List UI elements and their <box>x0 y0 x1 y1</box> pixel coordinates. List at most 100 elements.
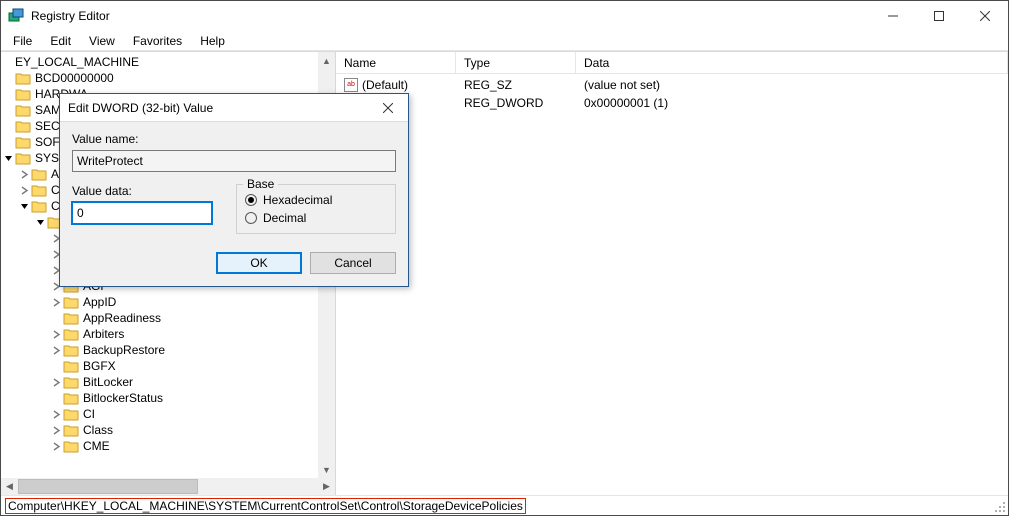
radio-decimal[interactable]: Decimal <box>245 211 387 225</box>
folder-icon <box>63 439 79 453</box>
scroll-right-icon[interactable]: ▶ <box>318 478 335 495</box>
tree-item[interactable]: AppReadiness <box>1 310 318 326</box>
chevron-right-icon[interactable] <box>17 170 31 179</box>
value-data: 0x00000001 (1) <box>576 96 1008 110</box>
app-icon <box>7 7 25 25</box>
titlebar: Registry Editor <box>1 1 1008 31</box>
tree-item-label: BitlockerStatus <box>83 391 163 405</box>
tree-item[interactable]: Arbiters <box>1 326 318 342</box>
tree-item[interactable]: AppID <box>1 294 318 310</box>
dialog-title: Edit DWORD (32-bit) Value <box>68 101 213 115</box>
menu-file[interactable]: File <box>5 32 40 50</box>
folder-icon <box>15 87 31 101</box>
tree-item-label: AppReadiness <box>83 311 161 325</box>
chevron-right-icon[interactable] <box>17 186 31 195</box>
column-header-type[interactable]: Type <box>456 52 576 73</box>
value-data-label: Value data: <box>72 184 212 198</box>
statusbar-path: Computer\HKEY_LOCAL_MACHINE\SYSTEM\Curre… <box>5 498 526 514</box>
dialog-titlebar[interactable]: Edit DWORD (32-bit) Value <box>60 94 408 122</box>
menu-edit[interactable]: Edit <box>42 32 79 50</box>
folder-icon <box>15 151 31 165</box>
close-button[interactable] <box>962 1 1008 31</box>
column-header-name[interactable]: Name <box>336 52 456 73</box>
tree-item-label: SAM <box>35 103 61 117</box>
list-row[interactable]: ect REG_DWORD 0x00000001 (1) <box>336 94 1008 112</box>
folder-icon <box>31 167 47 181</box>
dialog-close-button[interactable] <box>368 94 408 122</box>
value-name-input[interactable] <box>72 150 396 172</box>
tree-item[interactable]: BGFX <box>1 358 318 374</box>
chevron-right-icon[interactable] <box>49 330 63 339</box>
column-header-data[interactable]: Data <box>576 52 1008 73</box>
scroll-up-icon[interactable]: ▲ <box>318 52 335 69</box>
radio-hexadecimal[interactable]: Hexadecimal <box>245 193 387 207</box>
tree-item-label: Class <box>83 423 113 437</box>
scroll-left-icon[interactable]: ◀ <box>1 478 18 495</box>
folder-icon <box>63 407 79 421</box>
chevron-right-icon[interactable] <box>49 298 63 307</box>
chevron-right-icon[interactable] <box>49 426 63 435</box>
value-name-label: Value name: <box>72 132 396 146</box>
tree-item-label: BGFX <box>83 359 116 373</box>
folder-icon <box>15 103 31 117</box>
resize-grip-icon[interactable] <box>994 501 1006 513</box>
value-list-pane: Name Type Data ab (Default) REG_SZ (valu… <box>336 52 1008 495</box>
menu-help[interactable]: Help <box>192 32 233 50</box>
tree-item[interactable]: CME <box>1 438 318 454</box>
scroll-down-icon[interactable]: ▼ <box>318 461 335 478</box>
tree-item[interactable]: Class <box>1 422 318 438</box>
chevron-right-icon[interactable] <box>49 346 63 355</box>
folder-icon <box>15 135 31 149</box>
folder-icon <box>15 119 31 133</box>
menu-favorites[interactable]: Favorites <box>125 32 190 50</box>
list-header: Name Type Data <box>336 52 1008 74</box>
chevron-down-icon[interactable] <box>17 202 31 211</box>
maximize-button[interactable] <box>916 1 962 31</box>
folder-icon <box>31 183 47 197</box>
folder-icon <box>63 311 79 325</box>
radio-unchecked-icon <box>245 212 257 224</box>
tree-horizontal-scrollbar[interactable]: ◀ ▶ <box>1 478 335 495</box>
radio-checked-icon <box>245 194 257 206</box>
folder-icon <box>63 343 79 357</box>
tree-item[interactable]: EY_LOCAL_MACHINE <box>1 54 318 70</box>
tree-item[interactable]: CI <box>1 406 318 422</box>
base-fieldset: Base Hexadecimal Decimal <box>236 184 396 234</box>
tree-item[interactable]: BackupRestore <box>1 342 318 358</box>
edit-dword-dialog: Edit DWORD (32-bit) Value Value name: Va… <box>59 93 409 287</box>
list-row[interactable]: ab (Default) REG_SZ (value not set) <box>336 76 1008 94</box>
window-title: Registry Editor <box>31 9 110 23</box>
folder-icon <box>63 359 79 373</box>
chevron-right-icon[interactable] <box>49 442 63 451</box>
folder-icon <box>63 391 79 405</box>
chevron-down-icon[interactable] <box>33 218 47 227</box>
folder-icon <box>15 71 31 85</box>
menubar: File Edit View Favorites Help <box>1 31 1008 51</box>
folder-icon <box>63 327 79 341</box>
chevron-down-icon[interactable] <box>1 154 15 163</box>
tree-item-label: BCD00000000 <box>35 71 114 85</box>
tree-item[interactable]: BitlockerStatus <box>1 390 318 406</box>
value-data-input[interactable] <box>72 202 212 224</box>
tree-item[interactable]: BitLocker <box>1 374 318 390</box>
tree-item-label: Arbiters <box>83 327 124 341</box>
value-type: REG_SZ <box>456 78 576 92</box>
chevron-right-icon[interactable] <box>49 378 63 387</box>
folder-icon <box>31 199 47 213</box>
folder-icon <box>63 295 79 309</box>
minimize-button[interactable] <box>870 1 916 31</box>
tree-item-label: CME <box>83 439 110 453</box>
registry-editor-window: Registry Editor File Edit View Favorites… <box>0 0 1009 516</box>
tree-item-label: AppID <box>83 295 116 309</box>
value-name: (Default) <box>362 78 408 92</box>
base-legend: Base <box>243 177 278 191</box>
cancel-button[interactable]: Cancel <box>310 252 396 274</box>
chevron-right-icon[interactable] <box>49 410 63 419</box>
folder-icon <box>63 375 79 389</box>
ok-button[interactable]: OK <box>216 252 302 274</box>
menu-view[interactable]: View <box>81 32 123 50</box>
scroll-thumb[interactable] <box>18 479 198 494</box>
value-type: REG_DWORD <box>456 96 576 110</box>
tree-item[interactable]: BCD00000000 <box>1 70 318 86</box>
tree-item-label: EY_LOCAL_MACHINE <box>15 55 139 69</box>
